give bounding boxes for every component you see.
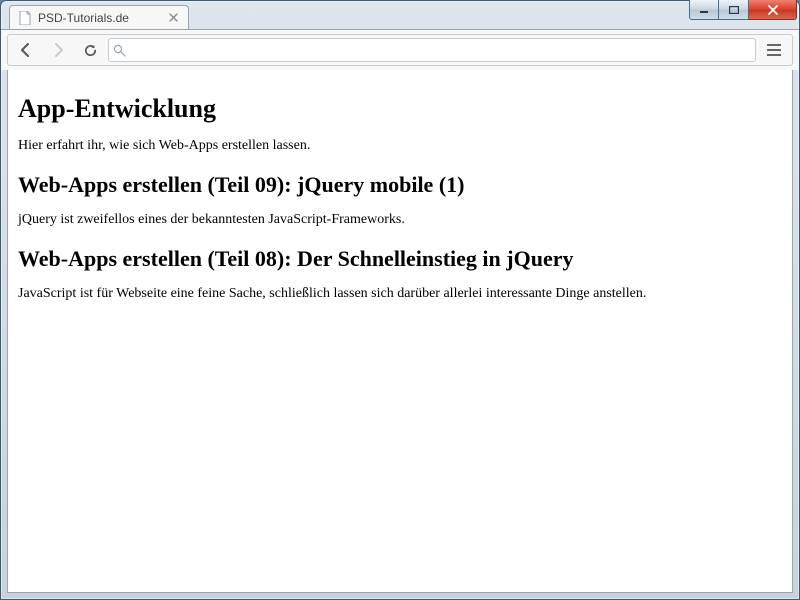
search-icon — [113, 44, 126, 57]
back-button[interactable] — [12, 37, 40, 63]
toolbar-container — [1, 29, 799, 70]
article-title: Web-Apps erstellen (Teil 08): Der Schnel… — [18, 246, 782, 272]
tab-close-icon[interactable] — [166, 11, 180, 25]
reload-button[interactable] — [76, 37, 104, 63]
page-intro: Hier erfahrt ihr, wie sich Web-Apps erst… — [18, 138, 782, 154]
browser-toolbar — [7, 34, 793, 66]
url-input[interactable] — [130, 40, 751, 60]
page-viewport[interactable]: App-Entwicklung Hier erfahrt ihr, wie si… — [7, 70, 793, 593]
browser-window: PSD-Tutorials.de — [0, 0, 800, 600]
menu-button[interactable] — [760, 37, 788, 63]
article-title: Web-Apps erstellen (Teil 09): jQuery mob… — [18, 172, 782, 198]
article-text: JavaScript ist für Webseite eine feine S… — [18, 286, 782, 302]
address-bar[interactable] — [108, 38, 756, 62]
page-content: App-Entwicklung Hier erfahrt ihr, wie si… — [8, 70, 792, 326]
forward-button[interactable] — [44, 37, 72, 63]
file-icon — [18, 11, 32, 25]
article-text: jQuery ist zweifellos eines der bekannte… — [18, 212, 782, 228]
minimize-button[interactable] — [689, 0, 719, 20]
close-button[interactable] — [749, 0, 797, 20]
page-heading: App-Entwicklung — [18, 94, 782, 124]
window-controls — [689, 0, 797, 20]
browser-tab[interactable]: PSD-Tutorials.de — [9, 5, 189, 29]
maximize-button[interactable] — [719, 0, 749, 20]
tab-title: PSD-Tutorials.de — [38, 11, 160, 25]
